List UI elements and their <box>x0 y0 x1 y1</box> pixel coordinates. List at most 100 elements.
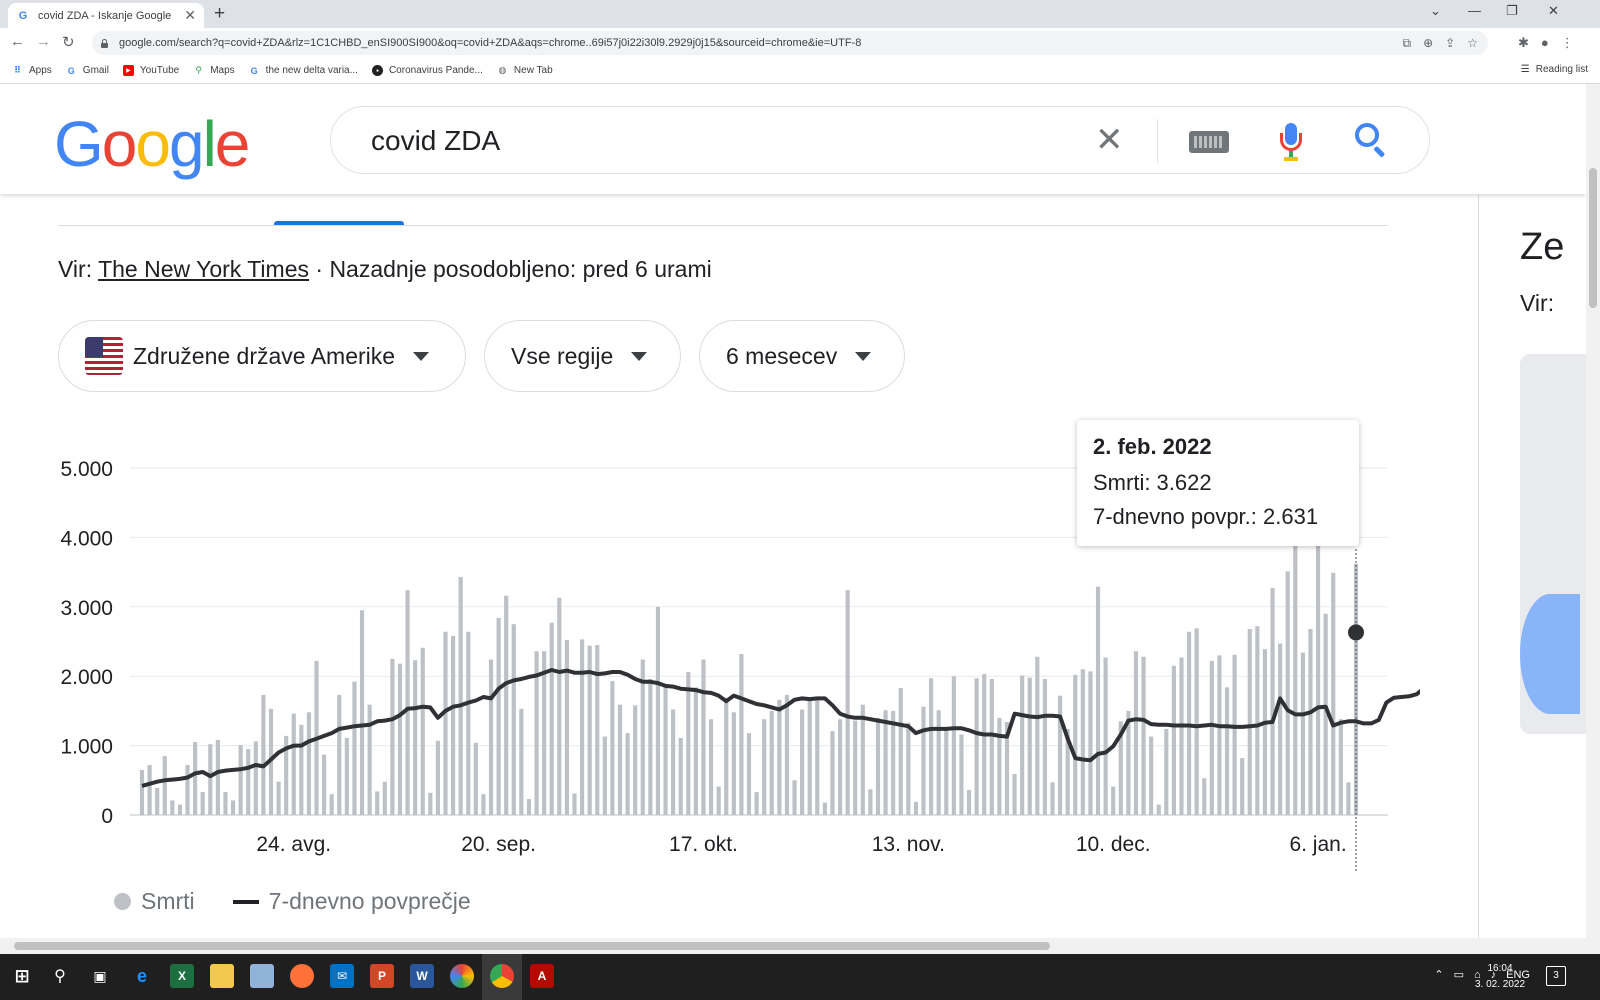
forward-icon[interactable]: → <box>36 33 51 50</box>
search-icon[interactable]: ⚲ <box>48 964 72 988</box>
bookmark-delta[interactable]: Gthe new delta varia... <box>249 65 358 76</box>
bar-deaths <box>845 590 850 815</box>
bar-deaths <box>276 781 281 815</box>
bar-deaths <box>1308 629 1313 815</box>
search-box[interactable]: covid ZDA ✕ <box>330 106 1430 174</box>
region-dropdown[interactable]: Vse regije <box>484 320 681 392</box>
close-window-icon[interactable]: ✕ <box>1548 3 1559 19</box>
bar-deaths <box>837 719 843 815</box>
mail-icon[interactable]: ✉ <box>330 964 354 988</box>
task-view-icon[interactable]: ▣ <box>88 964 112 988</box>
restore-icon[interactable]: ❐ <box>1506 3 1518 19</box>
google-icon: G <box>250 65 258 76</box>
clear-icon[interactable]: ✕ <box>1095 123 1124 157</box>
bar-deaths <box>466 631 471 815</box>
reload-icon[interactable]: ↻ <box>62 33 75 51</box>
taskbar-clock[interactable]: 16:04 3. 02. 2022 <box>1470 961 1530 993</box>
notifications-icon[interactable]: 3 <box>1546 966 1566 986</box>
source-link[interactable]: The New York Times <box>98 256 309 282</box>
chrome-icon[interactable] <box>490 964 514 988</box>
youtube-icon: ▶ <box>122 65 134 76</box>
reading-list[interactable]: ☰ Reading list <box>1521 64 1588 75</box>
google-logo[interactable]: Google <box>54 112 250 176</box>
translate-icon[interactable]: ⧉ <box>1403 36 1412 51</box>
bookmark-youtube[interactable]: ▶ YouTube <box>122 65 179 76</box>
x-tick-label: 10. dec. <box>1076 833 1151 856</box>
microphone-icon[interactable] <box>1279 123 1303 161</box>
windows-start-icon[interactable]: ⊞ <box>10 964 34 988</box>
bookmark-apps[interactable]: ⠿ Apps <box>12 65 52 76</box>
paint-icon[interactable] <box>450 964 474 988</box>
y-tick-label: 2.000 <box>60 666 113 689</box>
close-tab-icon[interactable]: ✕ <box>184 7 196 24</box>
search-icon[interactable] <box>1355 123 1387 158</box>
legend-average-label: 7-dnevno povprečje <box>268 888 471 914</box>
y-tick-label: 4.000 <box>60 527 113 550</box>
bookmark-star-icon[interactable]: ☆ <box>1467 36 1478 51</box>
file-explorer-icon[interactable] <box>210 964 234 988</box>
edge-icon[interactable]: e <box>130 964 154 988</box>
horizontal-scrollbar[interactable] <box>0 938 1586 954</box>
bar-deaths <box>648 678 653 815</box>
powerpoint-icon[interactable]: P <box>370 964 394 988</box>
bar-deaths <box>1255 626 1260 815</box>
address-bar[interactable]: google.com/search?q=covid+ZDA&rlz=1C1CHB… <box>92 31 1488 55</box>
bar-deaths <box>701 659 706 815</box>
bookmark-gmail[interactable]: G Gmail <box>66 65 109 76</box>
y-tick-label: 5.000 <box>60 458 113 481</box>
excel-icon[interactable]: X <box>170 964 194 988</box>
notepad-icon[interactable] <box>250 964 274 988</box>
chart-tooltip: 2. feb. 2022 Smrti: 3.622 7-dnevno povpr… <box>1077 420 1359 546</box>
firefox-icon[interactable] <box>290 964 314 988</box>
bookmark-coronavirus[interactable]: ● Coronavirus Pande... <box>371 65 483 76</box>
right-column-divider <box>1478 194 1479 954</box>
back-icon[interactable]: ← <box>10 33 25 50</box>
zoom-icon[interactable]: ⊕ <box>1423 36 1433 51</box>
bar-deaths <box>435 740 440 815</box>
source-line: Vir: The New York Times · Nazadnje posod… <box>58 256 712 282</box>
bar-deaths <box>458 576 463 815</box>
keyboard-icon[interactable] <box>1189 131 1229 153</box>
bar-deaths <box>1088 671 1093 815</box>
vertical-scrollbar[interactable] <box>1586 84 1600 954</box>
bar-deaths <box>162 756 167 815</box>
minimize-icon[interactable]: — <box>1468 3 1481 18</box>
bar-deaths <box>261 694 266 815</box>
bar-deaths <box>1095 586 1101 815</box>
menu-icon[interactable]: ⋮ <box>1561 35 1574 51</box>
word-icon[interactable]: W <box>410 964 434 988</box>
period-dropdown[interactable]: 6 mesecev <box>699 320 905 392</box>
bookmark-newtab[interactable]: ◍ New Tab <box>497 65 552 76</box>
bar-deaths <box>875 717 881 815</box>
search-input[interactable]: covid ZDA <box>371 125 500 157</box>
tray-chevron-icon[interactable]: ⌃ <box>1434 968 1443 981</box>
bar-deaths <box>800 709 805 815</box>
google-icon: G <box>67 65 75 76</box>
country-dropdown[interactable]: Združene države Amerike <box>58 320 466 392</box>
bar-deaths <box>1164 728 1169 815</box>
battery-icon[interactable]: ▭ <box>1454 968 1464 981</box>
bar-deaths <box>929 678 934 815</box>
bookmark-maps[interactable]: ⚲ Maps <box>193 65 234 76</box>
bar-deaths <box>951 676 956 815</box>
share-icon[interactable]: ⇪ <box>1445 36 1455 51</box>
bar-deaths <box>579 639 585 815</box>
extensions-icon[interactable]: ✱ <box>1518 35 1529 51</box>
bar-deaths <box>1285 571 1290 815</box>
clock-time: 16:04 <box>1487 963 1513 974</box>
bar-deaths <box>238 744 243 815</box>
bar-deaths <box>1247 629 1252 815</box>
new-tab-icon[interactable]: + <box>214 4 225 24</box>
bar-deaths <box>792 780 797 815</box>
profile-icon[interactable]: ● <box>1541 35 1549 51</box>
bar-deaths <box>724 697 729 815</box>
toolbar-right: ✱ ● ⋮ <box>1518 35 1574 51</box>
browser-tab[interactable]: G covid ZDA - Iskanje Google ✕ <box>8 3 204 28</box>
bar-deaths <box>1058 695 1063 815</box>
bar-deaths <box>359 610 365 815</box>
tab-search-icon[interactable]: ⌄ <box>1430 3 1441 19</box>
dropdown-caret-icon <box>631 351 648 361</box>
bar-deaths <box>1270 588 1275 815</box>
bar-deaths <box>200 792 205 815</box>
acrobat-icon[interactable]: A <box>530 964 554 988</box>
